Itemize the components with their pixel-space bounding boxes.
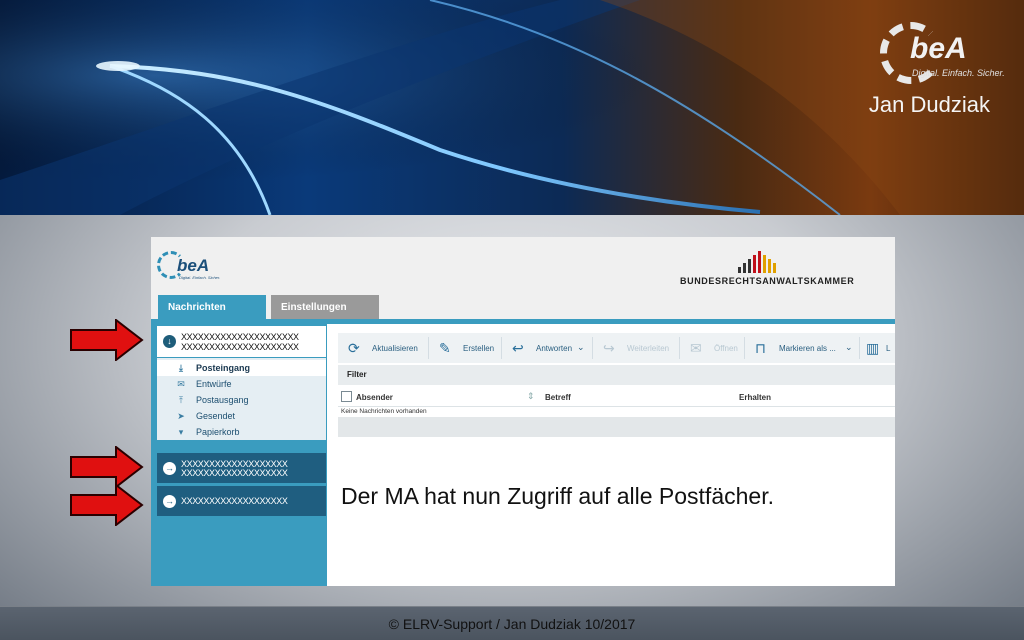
empty-text: Keine Nachrichten vorhanden [341,408,427,415]
column-betreff[interactable]: Betreff [545,393,571,402]
chevron-down-icon: ⌄ [577,342,585,352]
red-arrow-icon [70,319,144,361]
reply-label: Antworten [536,344,573,353]
folder-label: Posteingang [196,363,251,373]
forward-icon: ↪ [603,340,615,356]
folder-entwuerfe[interactable]: ✉ Entwürfe [157,376,326,392]
mailbox-sidebar: ↓ XXXXXXXXXXXXXXXXXXXXX XXXXXXXXXXXXXXXX… [151,324,327,586]
brand-tagline: Digital. Einfach. Sicher. [912,68,1005,78]
folder-label: Entwürfe [196,379,232,389]
envelope-icon: ✉ [177,379,185,389]
open-button[interactable]: ✉ Öffnen [680,333,744,363]
sort-icon[interactable]: ⇕ [527,391,535,402]
tab-nachrichten[interactable]: Nachrichten [158,295,266,319]
pencil-icon: ✎ [439,340,451,356]
account-second-line2: XXXXXXXXXXXXXXXXXXX [181,468,288,478]
column-absender[interactable]: Absender [356,393,393,402]
folder-label: Papierkorb [196,427,240,437]
folder-gesendet[interactable]: ➤ Gesendet [157,408,326,424]
create-label: Erstellen [463,344,495,353]
mark-label: Markieren als ... [779,344,836,353]
folder-label: Gesendet [196,411,236,421]
account-third-line1: XXXXXXXXXXXXXXXXXXX [181,496,288,506]
account-primary[interactable]: ↓ XXXXXXXXXXXXXXXXXXXXX XXXXXXXXXXXXXXXX… [157,326,326,357]
refresh-label: Aktualisieren [372,344,418,353]
slide-caption: Der MA hat nun Zugriff auf alle Postfäch… [341,483,774,509]
message-toolbar: ⟳ Aktualisieren ✎ Erstellen ↩ Antworten … [338,333,895,363]
header-banner: beA Digital. Einfach. Sicher. Jan Dudzia… [0,0,1024,215]
bea-app-logo[interactable]: beA Digital. Einfach. Sicher. [157,251,221,285]
folder-postausgang[interactable]: ⤒ Postausgang [157,392,326,408]
envelope-icon: ✉ [690,340,702,356]
app-logo-tagline: Digital. Einfach. Sicher. [179,275,221,280]
mark-as-button[interactable]: ⊓ Markieren als ... ⌄ [745,333,859,363]
delete-button[interactable]: ▥ L [860,333,895,363]
column-erhalten[interactable]: Erhalten [739,393,771,402]
expand-circle-icon[interactable]: → [163,462,176,475]
forward-label: Weiterleiten [627,344,670,353]
reply-button[interactable]: ↩ Antworten ⌄ [502,333,592,363]
trash-icon: ▾ [178,427,184,437]
bea-brand-logo: beA Digital. Einfach. Sicher. [880,22,1005,86]
folder-label: Postausgang [196,395,249,405]
bea-app-screenshot: beA Digital. Einfach. Sicher. BUNDESRECH… [151,237,895,586]
message-table-header: Absender ⇕ Betreff Erhalten [338,387,895,407]
refresh-icon: ⟳ [348,340,360,356]
create-button[interactable]: ✎ Erstellen [429,333,501,363]
folder-posteingang[interactable]: ⤓ Posteingang [157,360,326,376]
select-all-checkbox[interactable] [341,391,352,402]
red-arrow-icon [70,446,144,488]
filter-label: Filter [347,370,367,379]
account-third[interactable]: → XXXXXXXXXXXXXXXXXXX [157,486,326,516]
delete-label: L [886,344,891,353]
inbox-icon: ⤓ [179,363,183,373]
filter-bar[interactable]: Filter [338,365,895,385]
tab-einstellungen[interactable]: Einstellungen [271,295,379,319]
folder-papierkorb[interactable]: ▾ Papierkorb [157,424,326,440]
send-icon: ➤ [177,411,185,421]
trash-icon: ▥ [866,340,880,356]
open-label: Öffnen [714,344,738,353]
forward-button[interactable]: ↪ Weiterleiten [593,333,679,363]
empty-message-row: Keine Nachrichten vorhanden [338,407,895,417]
chevron-down-icon: ⌄ [845,342,853,352]
author-name: Jan Dudziak [868,92,990,117]
app-header: beA Digital. Einfach. Sicher. BUNDESRECH… [151,237,895,319]
outbox-icon: ⤒ [179,395,183,405]
brak-logo: BUNDESRECHTSANWALTSKAMMER [680,251,855,291]
account-second[interactable]: → XXXXXXXXXXXXXXXXXXX XXXXXXXXXXXXXXXXXX… [157,453,326,483]
refresh-button[interactable]: ⟳ Aktualisieren [338,333,428,363]
slide-footer: © ELRV-Support / Jan Dudziak 10/2017 [0,606,1024,640]
table-footer-bar [338,417,895,437]
app-logo-word: beA [177,256,210,275]
collapse-circle-icon[interactable]: ↓ [163,335,176,348]
folder-list: ⤓ Posteingang ✉ Entwürfe ⤒ Postausgang ➤… [157,358,326,440]
expand-circle-icon[interactable]: → [163,495,176,508]
brak-bars-icon [738,251,782,273]
partner-name: BUNDESRECHTSANWALTSKAMMER [680,276,855,286]
account-primary-line2: XXXXXXXXXXXXXXXXXXXXX [181,342,299,352]
red-arrow-icon [70,484,144,526]
footer-text: © ELRV-Support / Jan Dudziak 10/2017 [388,616,636,632]
account-primary-line1: XXXXXXXXXXXXXXXXXXXXX [181,332,299,342]
bookmark-icon: ⊓ [755,340,766,356]
reply-icon: ↩ [512,340,524,356]
brand-word: beA [910,32,967,65]
